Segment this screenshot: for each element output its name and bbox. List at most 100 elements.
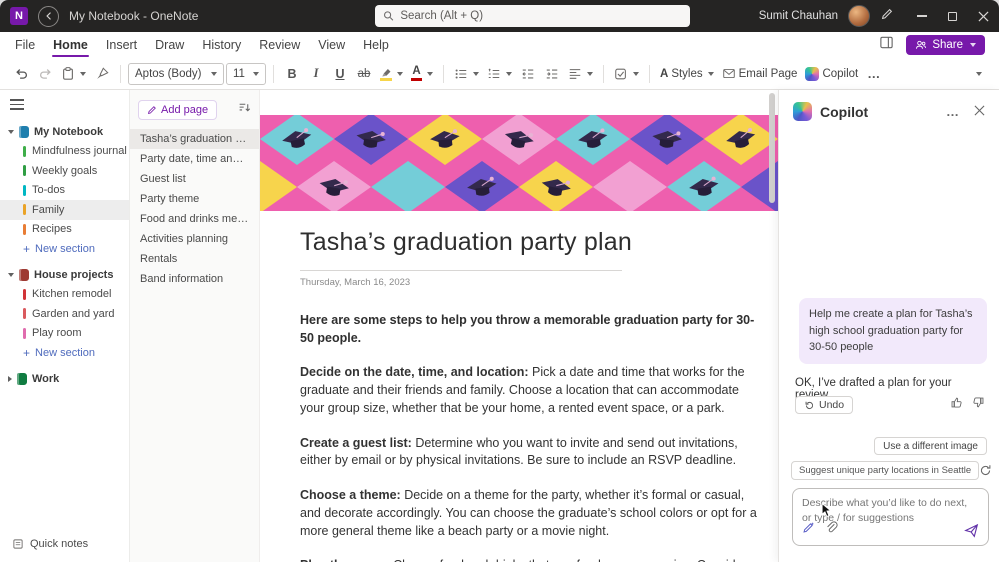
body-paragraph[interactable]: Choose a theme: Decide on a theme for th… [300,487,764,540]
page-canvas[interactable]: Tasha’s graduation party plan Thursday, … [260,90,778,562]
menu-draw[interactable]: Draw [146,32,193,58]
page-date[interactable]: Thursday, March 16, 2023 [300,277,760,288]
hamburger-menu-button[interactable] [10,99,24,110]
page-title[interactable]: Tasha’s graduation party plan [300,228,760,257]
styles-button[interactable]: A Styles [657,62,717,86]
back-button[interactable] [38,6,59,27]
scrollbar-thumb[interactable] [769,93,775,203]
page-list-item[interactable]: Activities planning [130,229,259,249]
redo-button[interactable] [34,62,56,86]
menu-view[interactable]: View [309,32,354,58]
content-scrollbar[interactable] [769,93,775,559]
alignment-button[interactable] [565,62,596,86]
bullets-button[interactable] [451,62,482,86]
notebook-my-notebook[interactable]: My Notebook [0,122,129,142]
refresh-suggestions-button[interactable] [979,464,992,477]
page-list-item[interactable]: Rentals [130,249,259,269]
avatar[interactable] [848,5,870,27]
page-list-item[interactable]: Guest list [130,169,259,189]
new-section-button[interactable]: + New section [0,239,129,259]
highlight-button[interactable] [377,62,406,86]
section-family[interactable]: Family [0,200,129,220]
font-size-select[interactable]: 11 [226,63,266,85]
close-button[interactable] [968,0,999,32]
undo-button[interactable]: Undo [795,396,853,414]
undo-icon [804,400,815,411]
email-page-label: Email Page [739,68,798,80]
copilot-more-button[interactable]: … [946,104,960,119]
body-paragraph[interactable]: Decide on the date, time, and location: … [300,364,764,417]
menu-review[interactable]: Review [250,32,309,58]
todo-tag-button[interactable] [611,62,642,86]
section-mindfulness-journal[interactable]: Mindfulness journal [0,142,129,162]
ribbon-collapse-button[interactable] [967,62,989,86]
notebook-work[interactable]: Work [0,369,129,389]
format-painter-button[interactable] [91,62,113,86]
minimize-button[interactable] [906,0,937,32]
notebook-house-projects[interactable]: House projects [0,265,129,285]
section-kitchen-remodel[interactable]: Kitchen remodel [0,285,129,305]
search-icon [383,10,394,22]
quick-notes-button[interactable]: Quick notes [0,534,129,554]
copilot-input-box[interactable] [792,488,989,546]
use-different-image-button[interactable]: Use a different image [874,437,987,455]
share-button[interactable]: Share [906,35,985,55]
underline-button[interactable]: U [329,62,351,86]
page-list-item[interactable]: Tasha’s graduation par... [130,129,259,149]
body-paragraph[interactable]: Create a guest list: Determine who you w… [300,435,764,471]
menu-home[interactable]: Home [44,32,97,58]
highlighter-icon [380,67,392,81]
sort-pages-button[interactable] [238,101,251,119]
page-list-item[interactable]: Food and drinks menu [130,209,259,229]
page-list-item[interactable]: Party date, time and locat... [130,149,259,169]
undo-button[interactable] [10,62,32,86]
search-input[interactable] [400,10,682,22]
ribbon-more-button[interactable]: … [863,62,885,86]
prompt-guide-button[interactable] [802,521,815,539]
banner-image[interactable] [260,115,778,211]
menu-insert[interactable]: Insert [97,32,146,58]
copilot-close-button[interactable] [974,103,985,121]
section-to-dos[interactable]: To-dos [0,181,129,201]
attach-button[interactable] [825,521,838,539]
thumbs-up-button[interactable] [950,396,963,414]
divider [273,65,274,83]
new-section-button[interactable]: + New section [0,343,129,363]
body-paragraph[interactable]: Plan the menu: Choose food and drinks th… [300,557,764,562]
font-color-button[interactable]: A [408,62,436,86]
section-play-room[interactable]: Play room [0,324,129,344]
side-panel-icon[interactable] [879,35,894,55]
section-recipes[interactable]: Recipes [0,220,129,240]
add-page-button[interactable]: Add page [138,100,217,120]
font-family-select[interactable]: Aptos (Body) [128,63,224,85]
page-list-item[interactable]: Party theme [130,189,259,209]
font-size-value: 11 [233,68,245,80]
section-weekly-goals[interactable]: Weekly goals [0,161,129,181]
bold-button[interactable]: B [281,62,303,86]
account-name[interactable]: Sumit Chauhan [759,10,838,22]
paste-button[interactable] [58,62,89,86]
send-button[interactable] [964,523,979,538]
italic-button[interactable]: I [305,62,327,86]
copilot-input[interactable] [793,489,988,523]
intro-paragraph[interactable]: Here are some steps to help you throw a … [300,311,762,347]
numbering-button[interactable] [484,62,515,86]
suggestion-chip[interactable]: Suggest unique party locations in Seattl… [791,461,979,480]
thumbs-down-button[interactable] [972,396,985,414]
maximize-button[interactable] [937,0,968,32]
increase-indent-button[interactable] [541,62,563,86]
menu-history[interactable]: History [193,32,250,58]
section-garden-and-yard[interactable]: Garden and yard [0,304,129,324]
menu-help[interactable]: Help [354,32,398,58]
pen-icon[interactable] [880,7,894,26]
menu-file[interactable]: File [6,32,44,58]
page-list-item[interactable]: Band information [130,269,259,289]
copilot-title: Copilot [820,104,868,120]
global-search[interactable] [375,5,690,27]
copilot-button[interactable]: Copilot [802,62,861,86]
strikethrough-button[interactable]: ab [353,62,375,86]
chevron-down-icon [633,72,639,76]
email-page-button[interactable]: Email Page [719,62,801,86]
decrease-indent-button[interactable] [517,62,539,86]
align-left-icon [568,67,582,81]
